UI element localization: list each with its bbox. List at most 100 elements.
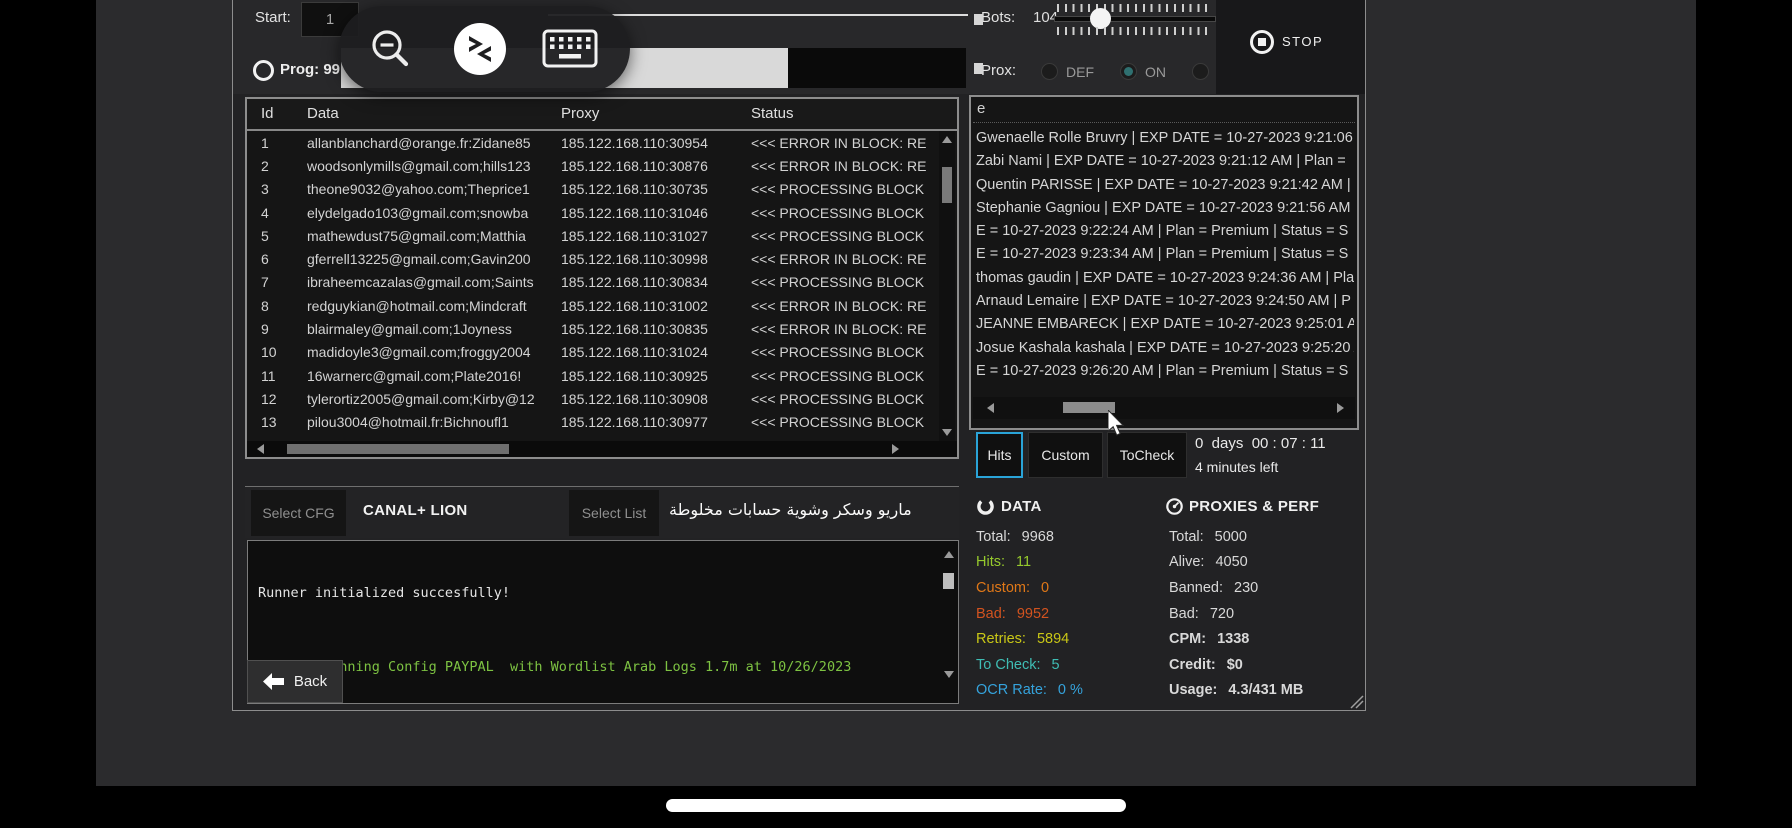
header-divider <box>973 122 1355 123</box>
hit-result-row[interactable]: Arnaud Lemaire | EXP DATE = 10-27-2023 9… <box>976 290 1354 313</box>
scrollbar-thumb[interactable] <box>942 167 952 203</box>
log-console[interactable]: Runner initialized succesfully! Started … <box>247 540 959 704</box>
mouse-cursor-icon <box>1108 410 1126 437</box>
table-row[interactable]: 13 pilou3004@hotmail.fr:Bichnoufl1 185.1… <box>247 411 937 434</box>
hits-panel: e Gwenaelle Rolle Bruvry | EXP DATE = 10… <box>969 95 1359 430</box>
stat-row: Custom: 0 <box>976 575 1083 601</box>
cell-id: 1 <box>247 135 307 151</box>
hit-result-row[interactable]: thomas gaudin | EXP DATE = 10-27-2023 9:… <box>976 267 1354 290</box>
scroll-left-icon[interactable] <box>257 444 264 454</box>
stat-value: 9968 <box>1022 529 1054 545</box>
col-proxy: Proxy <box>561 105 599 122</box>
cell-proxy: 185.122.168.110:31024 <box>561 344 751 360</box>
system-bottom-bar <box>0 786 1792 828</box>
table-row[interactable]: 7 ibraheemcazalas@gmail.com;Saints 185.1… <box>247 271 937 294</box>
hits-horizontal-scrollbar[interactable] <box>973 397 1355 419</box>
stat-value: 4.3/431 MB <box>1228 682 1303 698</box>
bots-slider-track[interactable] <box>1054 16 1216 22</box>
scroll-down-icon[interactable] <box>944 671 954 678</box>
cell-status: <<< PROCESSING BLOCK <box>751 391 937 407</box>
home-indicator[interactable] <box>666 799 1126 812</box>
cell-status: <<< PROCESSING BLOCK <box>751 344 937 360</box>
stat-row: Total: 9968 <box>976 524 1083 550</box>
cell-id: 3 <box>247 181 307 197</box>
table-row[interactable]: 6 gferrell13225@gmail.com;Gavin200 185.1… <box>247 247 937 270</box>
resize-grip-icon[interactable] <box>1348 693 1364 709</box>
scroll-up-icon[interactable] <box>942 136 952 143</box>
tab-hits[interactable]: Hits <box>976 432 1023 478</box>
scroll-up-icon[interactable] <box>944 551 954 558</box>
back-button[interactable]: Back <box>247 660 343 703</box>
scroll-left-icon[interactable] <box>987 403 994 413</box>
tab-custom[interactable]: Custom <box>1028 432 1103 478</box>
wordlist-name: ماريو وسكر وشوية حسابات مخلوطة <box>669 500 912 519</box>
cell-proxy: 185.122.168.110:31046 <box>561 205 751 221</box>
radio-button[interactable] <box>1120 63 1137 80</box>
hit-result-row[interactable]: Zabi Nami | EXP DATE = 10-27-2023 9:21:1… <box>976 150 1354 173</box>
hit-result-row[interactable]: JEANNE EMBARECK | EXP DATE = 10-27-2023 … <box>976 313 1354 336</box>
table-row[interactable]: 3 theone9032@yahoo.com;Theprice1 185.122… <box>247 178 937 201</box>
cell-data: blairmaley@gmail.com;1Joyness <box>307 321 561 337</box>
remote-desktop-icon[interactable] <box>454 23 506 75</box>
radio-button[interactable] <box>1041 63 1058 80</box>
runner-table: Id Data Proxy Status 1 allanblanchard@or… <box>245 97 959 459</box>
table-row[interactable]: 4 elydelgado103@gmail.com;snowba 185.122… <box>247 201 937 224</box>
table-row[interactable]: 8 redguykian@hotmail.com;Mindcraft 185.1… <box>247 294 937 317</box>
stat-value: 0 <box>1041 580 1049 596</box>
scroll-right-icon[interactable] <box>892 444 899 454</box>
stat-label: Usage: <box>1169 682 1217 698</box>
table-body: 1 allanblanchard@orange.fr:Zidane85 185.… <box>247 131 937 444</box>
hit-result-row[interactable]: E = 10-27-2023 9:26:20 AM | Plan = Premi… <box>976 360 1354 383</box>
stat-value: 5 <box>1051 657 1059 673</box>
cell-id: 13 <box>247 414 307 430</box>
cell-id: 8 <box>247 298 307 314</box>
table-row[interactable]: 2 woodsonlymills@gmail.com;hills123 185.… <box>247 154 937 177</box>
radio-button[interactable] <box>1192 63 1209 80</box>
table-horizontal-scrollbar[interactable] <box>247 441 957 457</box>
table-row[interactable]: 11 16warnerc@gmail.com;Plate2016! 185.12… <box>247 364 937 387</box>
hit-result-row[interactable]: Gwenaelle Rolle Bruvry | EXP DATE = 10-2… <box>976 127 1354 150</box>
cell-data: pilou3004@hotmail.fr:Bichnoufl1 <box>307 414 561 430</box>
table-row[interactable]: 1 allanblanchard@orange.fr:Zidane85 185.… <box>247 131 937 154</box>
stat-row: Credit: $0 <box>1169 652 1303 678</box>
hit-result-row[interactable]: Quentin PARISSE | EXP DATE = 10-27-2023 … <box>976 174 1354 197</box>
zoom-out-icon[interactable] <box>369 28 411 70</box>
stat-row: Bad: 720 <box>1169 601 1303 627</box>
hit-result-row[interactable]: Josue Kashala kashala | EXP DATE = 10-27… <box>976 337 1354 360</box>
cell-data: madidoyle3@gmail.com;froggy2004 <box>307 344 561 360</box>
data-section-title: DATA <box>1001 498 1042 515</box>
hit-result-row[interactable]: E = 10-27-2023 9:22:24 AM | Plan = Premi… <box>976 220 1354 243</box>
scroll-down-icon[interactable] <box>942 429 952 436</box>
table-row[interactable]: 5 mathewdust75@gmail.com;Matthia 185.122… <box>247 224 937 247</box>
hit-result-row[interactable]: E = 10-27-2023 9:23:34 AM | Plan = Premi… <box>976 243 1354 266</box>
hit-result-row[interactable]: Stephanie Gagniou | EXP DATE = 10-27-202… <box>976 197 1354 220</box>
proxies-section-title: PROXIES & PERF <box>1189 498 1319 515</box>
scrollbar-thumb[interactable] <box>943 573 954 589</box>
stat-row: Hits: 11 <box>976 550 1083 576</box>
tab-tocheck[interactable]: ToCheck <box>1107 432 1187 478</box>
start-label: Start: <box>255 9 291 26</box>
scroll-right-icon[interactable] <box>1337 403 1344 413</box>
cell-data: gferrell13225@gmail.com;Gavin200 <box>307 251 561 267</box>
scrollbar-thumb[interactable] <box>287 444 509 454</box>
table-row[interactable]: 10 madidoyle3@gmail.com;froggy2004 185.1… <box>247 341 937 364</box>
bots-slider-thumb[interactable] <box>1090 8 1111 29</box>
remote-toolbar-overlay <box>339 6 630 92</box>
splitter-grip-icon <box>974 63 983 74</box>
keyboard-icon[interactable] <box>542 28 598 70</box>
cell-proxy: 185.122.168.110:30735 <box>561 181 751 197</box>
stat-value: 1338 <box>1217 631 1249 647</box>
table-row[interactable]: 12 tylerortiz2005@gmail.com;Kirby@12 185… <box>247 387 937 410</box>
proxies-stats-list: Total: 5000 Alive: 4050 Banned: 230 Bad:… <box>1169 524 1303 703</box>
config-name: CANAL+ LION <box>363 502 468 519</box>
stop-button[interactable]: STOP <box>1216 0 1365 94</box>
cell-status: <<< PROCESSING BLOCK <box>751 414 937 430</box>
cell-id: 7 <box>247 274 307 290</box>
select-cfg-button[interactable]: Select CFG <box>251 490 346 536</box>
cell-proxy: 185.122.168.110:30925 <box>561 368 751 384</box>
cell-status: <<< PROCESSING BLOCK <box>751 274 937 290</box>
stat-label: Banned: <box>1169 580 1223 596</box>
table-vertical-scrollbar[interactable] <box>939 131 955 441</box>
select-list-button[interactable]: Select List <box>569 490 659 536</box>
table-row[interactable]: 9 blairmaley@gmail.com;1Joyness 185.122.… <box>247 317 937 340</box>
